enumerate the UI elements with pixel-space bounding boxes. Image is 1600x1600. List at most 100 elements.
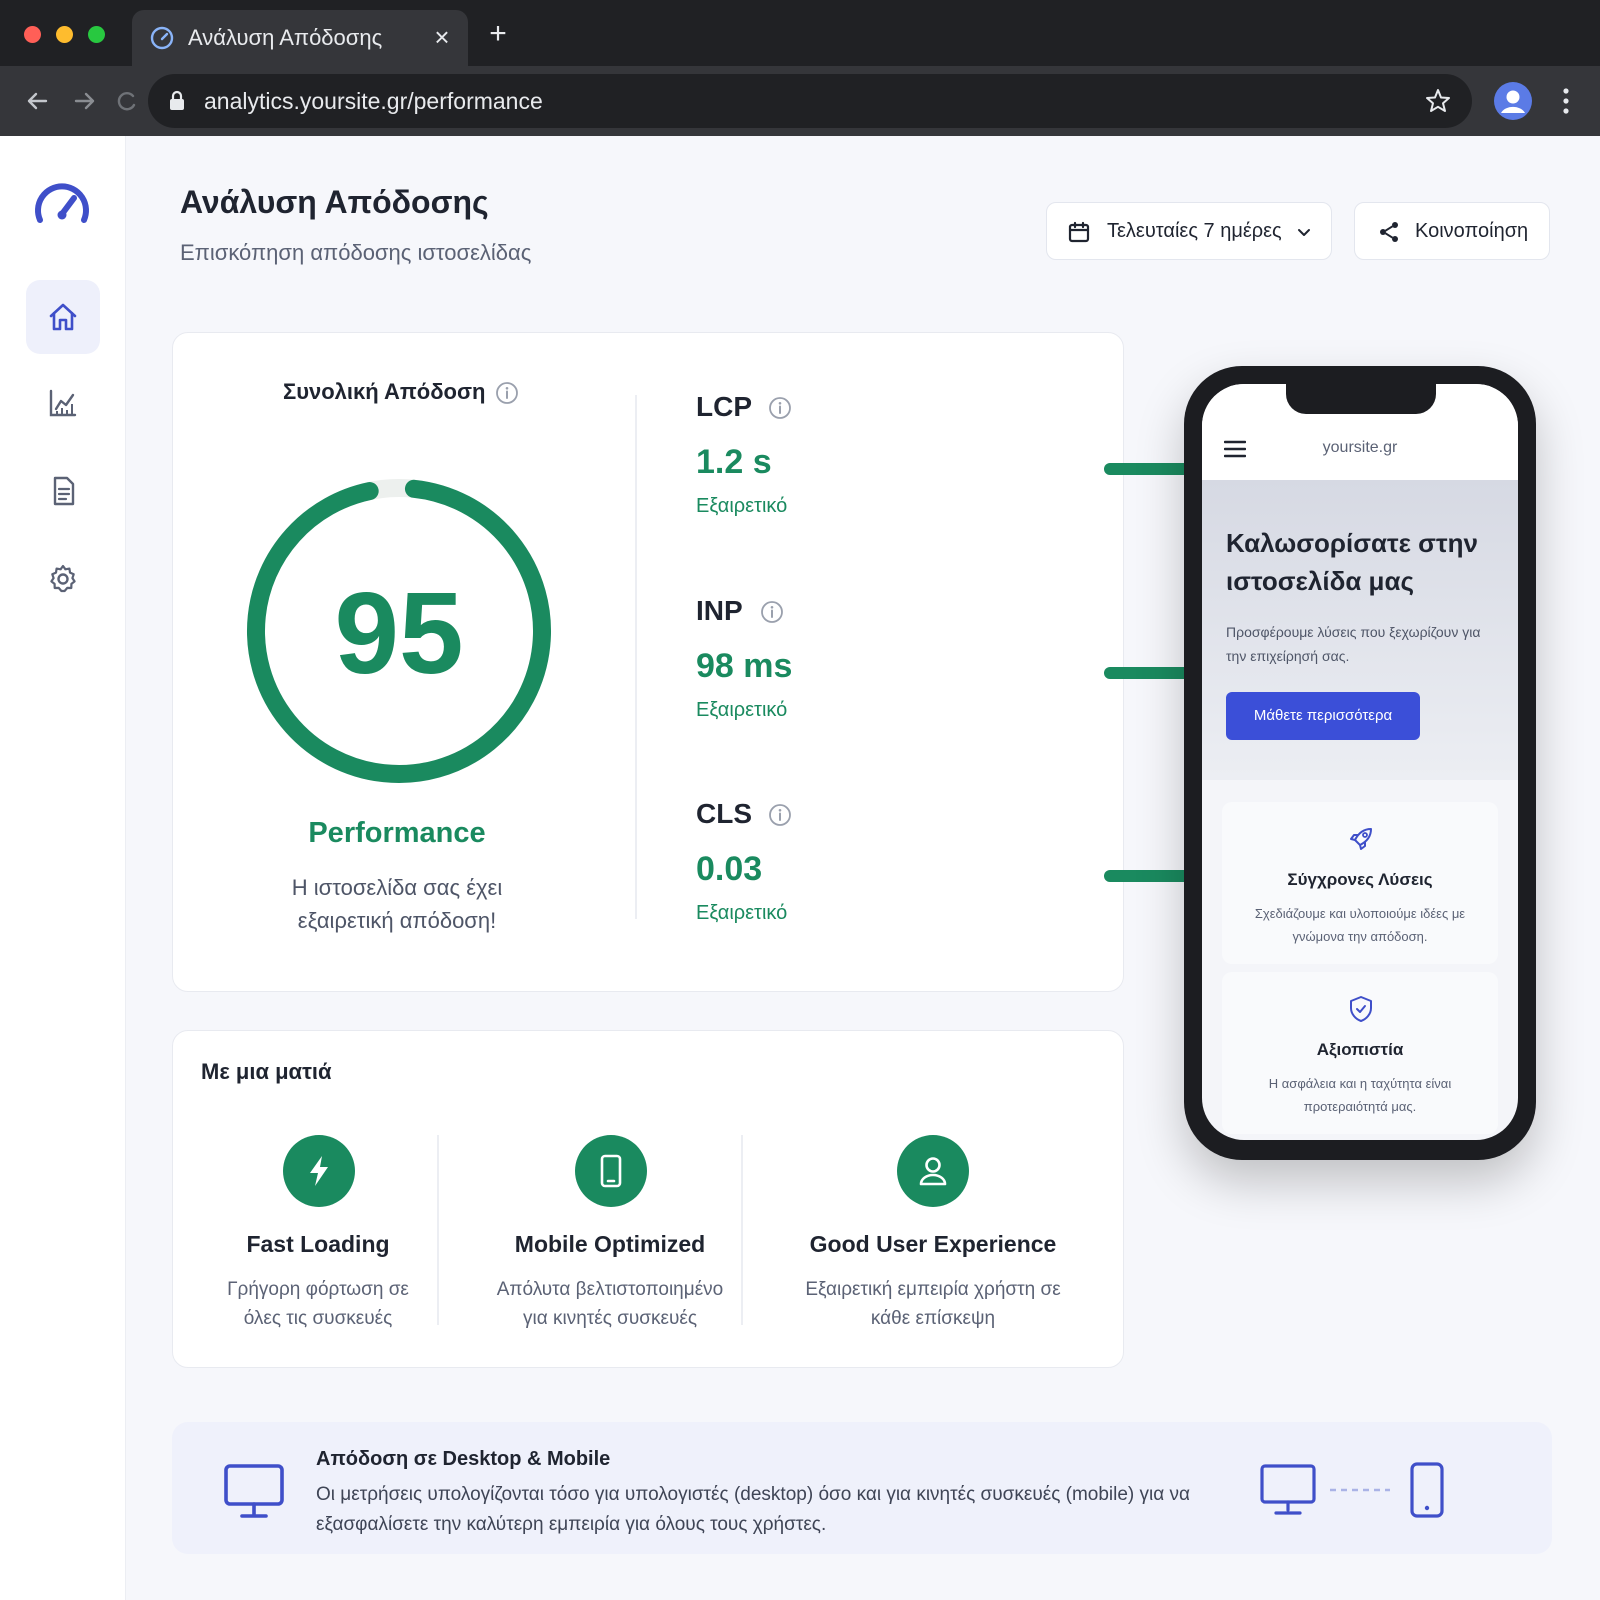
share-icon: [1380, 222, 1398, 242]
user-icon: [919, 1157, 947, 1186]
profile-icon[interactable]: [1494, 82, 1532, 120]
desktop-to-mobile-icon: [1260, 1462, 1444, 1518]
feature-mobile-optimized: Mobile Optimized Απόλυτα βελτιστοποιημέν…: [465, 1135, 755, 1345]
metric-status: Εξαιρετικό: [696, 902, 788, 924]
feature-divider: [741, 1135, 743, 1325]
card-divider: [635, 395, 637, 919]
feature-icon-circle: [575, 1135, 647, 1207]
chart-icon: [49, 389, 77, 417]
info-icon[interactable]: [768, 803, 792, 827]
metric-status: Εξαιρετικό: [696, 699, 788, 721]
url-text: analytics.yoursite.gr/performance: [204, 88, 543, 114]
browser-tab[interactable]: Ανάλυση Απόδοσης ×: [132, 10, 468, 66]
page-title: Ανάλυση Απόδοσης: [180, 184, 489, 220]
banner-text: Οι μετρήσεις υπολογίζονται τόσο για υπολ…: [316, 1484, 1190, 1535]
lightning-icon: [310, 1156, 328, 1186]
sidebar: [0, 136, 126, 1600]
smartphone-icon: [600, 1154, 622, 1188]
metric-inp: INP 98 ms Εξαιρετικό: [696, 595, 1248, 745]
metric-value: 0.03: [696, 850, 763, 888]
metric-status: Εξαιρετικό: [696, 495, 788, 517]
window-minimize-dot[interactable]: [56, 26, 73, 43]
performance-card: Συνολική Απόδοση 95 Performance Η ιστοσε…: [172, 332, 1248, 992]
metric-name: INP: [696, 595, 743, 626]
rocket-icon: [1350, 828, 1372, 850]
phone-feature-text: Σχεδιάζουμε και υλοποιούμε ιδέες με γνώμ…: [1254, 906, 1466, 944]
tab-favicon-gauge-icon: [150, 26, 174, 50]
feature-icon-circle: [283, 1135, 355, 1207]
feature-divider: [437, 1135, 439, 1325]
feature-good-user-experience: Good User Experience Εξαιρετική εμπειρία…: [773, 1135, 1093, 1345]
performance-gauge: 95: [243, 463, 555, 793]
phone-feature-card: Σύγχρονες Λύσεις Σχεδιάζουμε και υλοποιο…: [1222, 802, 1498, 964]
chevron-down-icon: [1298, 229, 1310, 236]
phone-hero-text: Προσφέρουμε λύσεις που ξεχωρίζουν για τη…: [1226, 624, 1481, 664]
phone-notch: [1286, 384, 1436, 414]
banner-title: Απόδοση σε Desktop & Mobile: [316, 1448, 611, 1470]
back-icon[interactable]: [22, 86, 52, 116]
gauge-ring: 95: [247, 479, 551, 783]
phone-feature-title: Αξιοπιστία: [1316, 1040, 1404, 1059]
reload-icon[interactable]: [112, 86, 142, 116]
metric-name: LCP: [696, 391, 752, 422]
share-label: Κοινοποίηση: [1415, 220, 1529, 242]
close-icon[interactable]: ×: [430, 24, 454, 50]
learn-more-button[interactable]: Μάθετε περισσότερα: [1226, 692, 1420, 740]
metric-name: CLS: [696, 798, 752, 829]
browser-tab-strip: Ανάλυση Απόδοσης × +: [0, 0, 1600, 66]
metric-lcp: LCP 1.2 s Εξαιρετικό: [696, 391, 1248, 541]
metric-cls: CLS 0.03 Εξαιρετικό: [696, 798, 1248, 948]
feature-description: Απόλυτα βελτιστοποιημένο για κινητές συσ…: [496, 1279, 724, 1329]
mobile-preview-phone: yoursite.gr Καλωσορίσατε στην ιστοσελίδα…: [1184, 366, 1536, 1160]
date-range-label: Τελευταίες 7 ημέρες: [1107, 220, 1282, 242]
phone-feature-text: Η ασφάλεια και η ταχύτητα είναι προτεραι…: [1268, 1076, 1452, 1114]
performance-label: Performance: [308, 817, 486, 849]
sidebar-item-home[interactable]: [26, 280, 100, 354]
sidebar-item-analytics[interactable]: [26, 366, 100, 440]
phone-feature-title: Σύγχρονες Λύσεις: [1287, 870, 1433, 889]
browser-toolbar: analytics.yoursite.gr/performance: [0, 66, 1600, 136]
performance-score: 95: [334, 568, 463, 698]
phone-hero-title: Καλωσορίσατε στην ιστοσελίδα μας: [1226, 528, 1478, 596]
feature-title: Good User Experience: [809, 1231, 1057, 1257]
date-range-dropdown[interactable]: Τελευταίες 7 ημέρες: [1046, 202, 1332, 260]
desktop-mobile-info-banner: Απόδοση σε Desktop & Mobile Οι μετρήσεις…: [172, 1422, 1552, 1554]
overall-performance-title: Συνολική Απόδοση: [283, 379, 486, 404]
sidebar-item-reports[interactable]: [26, 454, 100, 528]
calendar-icon: [1068, 221, 1090, 243]
performance-description: Η ιστοσελίδα σας έχει εξαιρετική απόδοση…: [291, 875, 503, 933]
at-a-glance-title: Με μια ματιά: [201, 1059, 332, 1084]
star-icon[interactable]: [1424, 87, 1452, 115]
info-icon[interactable]: [495, 381, 519, 405]
window-close-dot[interactable]: [24, 26, 41, 43]
lock-icon: [170, 90, 184, 110]
gear-icon: [50, 564, 76, 593]
page-subtitle: Επισκόπηση απόδοσης ιστοσελίδας: [180, 240, 532, 265]
metric-value: 98 ms: [696, 647, 793, 685]
phone-site-domain: yoursite.gr: [1322, 439, 1398, 456]
metric-value: 1.2 s: [696, 443, 772, 481]
phone-hero: Καλωσορίσατε στην ιστοσελίδα μας Προσφέρ…: [1202, 480, 1518, 780]
plus-icon[interactable]: +: [484, 19, 512, 49]
feature-icon-circle: [897, 1135, 969, 1207]
share-button[interactable]: Κοινοποίηση: [1354, 202, 1550, 260]
info-icon[interactable]: [768, 396, 792, 420]
more-vertical-icon[interactable]: [1556, 84, 1576, 118]
desktop-monitor-icon: [224, 1464, 284, 1518]
feature-title: Mobile Optimized: [514, 1231, 706, 1257]
info-icon[interactable]: [760, 600, 784, 624]
address-bar[interactable]: analytics.yoursite.gr/performance: [148, 74, 1472, 128]
at-a-glance-card: Με μια ματιά Fast Loading Γρήγορη φόρτωσ…: [172, 1030, 1124, 1368]
feature-description: Γρήγορη φόρτωση σε όλες τις συσκευές: [227, 1279, 409, 1329]
window-maximize-dot[interactable]: [88, 26, 105, 43]
tab-title: Ανάλυση Απόδοσης: [188, 25, 383, 50]
phone-feature-card: Αξιοπιστία Η ασφάλεια και η ταχύτητα είν…: [1222, 972, 1498, 1134]
feature-description: Εξαιρετική εμπειρία χρήστη σε κάθε επίσκ…: [805, 1279, 1061, 1329]
document-icon: [53, 476, 75, 506]
sidebar-item-settings[interactable]: [26, 542, 100, 616]
feature-fast-loading: Fast Loading Γρήγορη φόρτωση σε όλες τις…: [173, 1135, 463, 1345]
phone-screen: yoursite.gr Καλωσορίσατε στην ιστοσελίδα…: [1202, 384, 1518, 1140]
forward-icon[interactable]: [70, 86, 100, 116]
home-icon: [49, 303, 77, 331]
shield-check-icon: [1350, 996, 1372, 1022]
